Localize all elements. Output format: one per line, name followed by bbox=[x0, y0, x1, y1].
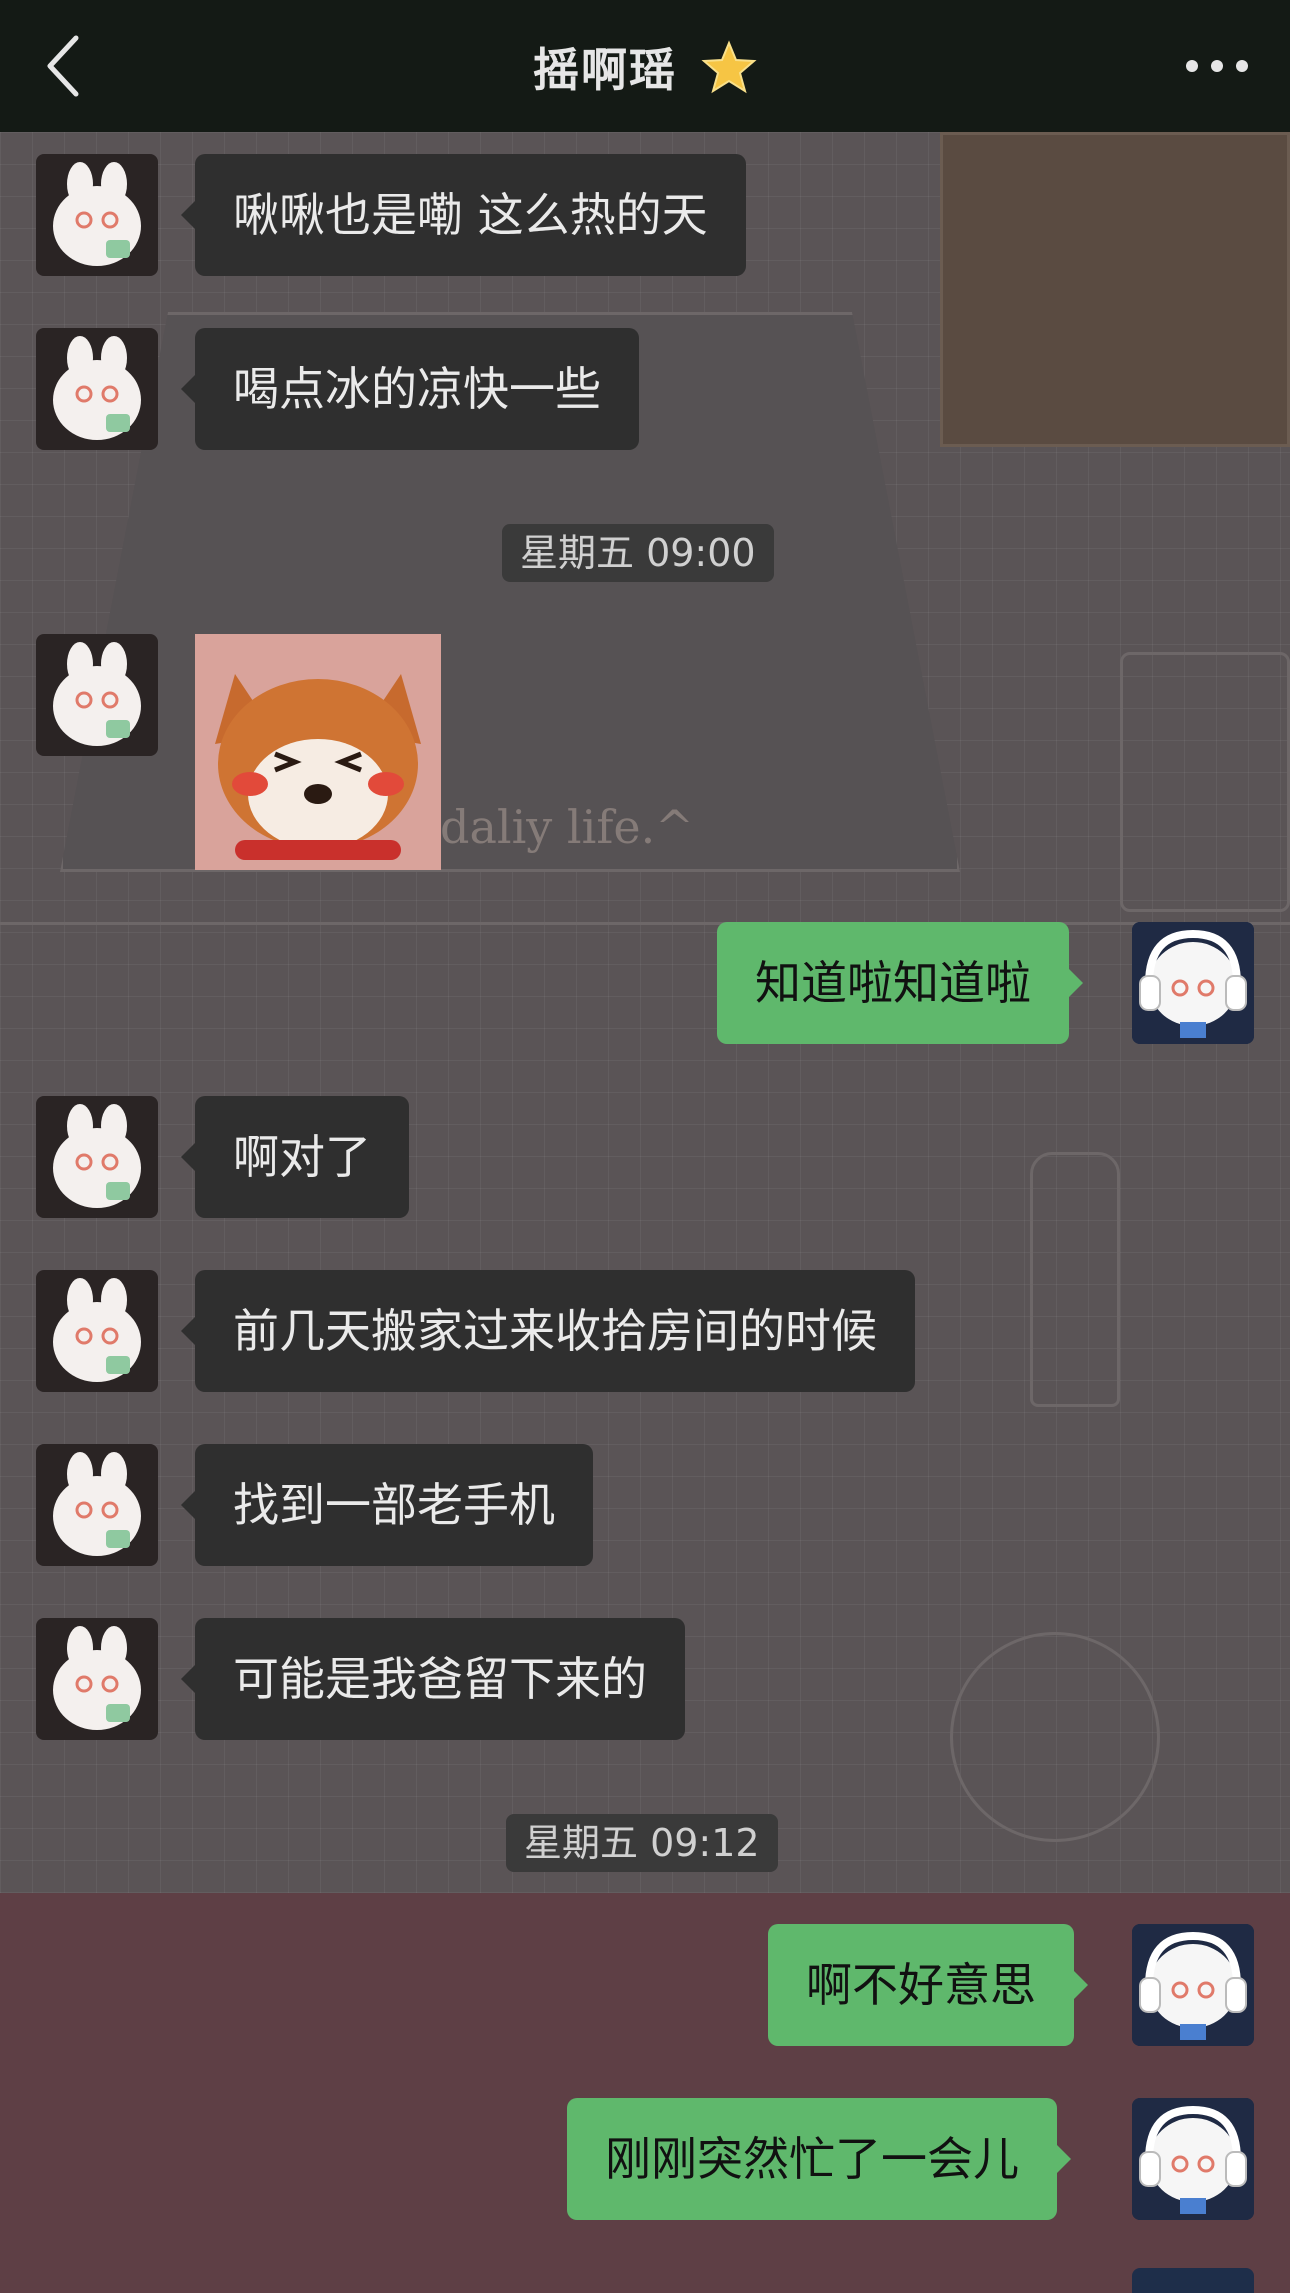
bunny-avatar-icon bbox=[53, 642, 141, 746]
more-icon bbox=[1186, 60, 1248, 72]
my-avatar[interactable] bbox=[1132, 922, 1254, 1044]
wallpaper-bottle bbox=[1030, 1152, 1120, 1407]
message-received[interactable]: 啊对了 bbox=[181, 1096, 409, 1218]
message-received[interactable]: 喝点冰的凉快一些 bbox=[181, 328, 639, 450]
chat-wallpaper: daliy life.^ bbox=[0, 132, 1290, 2293]
chat-header: 摇啊瑶 bbox=[0, 0, 1290, 132]
wallpaper-text: daliy life.^ bbox=[440, 800, 694, 854]
bunny-avatar-icon bbox=[53, 1104, 141, 1208]
wallpaper-picture-frame bbox=[940, 132, 1290, 447]
bunny-avatar-icon bbox=[53, 162, 141, 266]
contact-avatar[interactable] bbox=[36, 1618, 158, 1740]
my-avatar[interactable] bbox=[1132, 2268, 1254, 2293]
timestamp: 星期五 09:00 bbox=[502, 524, 774, 582]
sticker-message[interactable] bbox=[195, 634, 441, 870]
contact-avatar[interactable] bbox=[36, 634, 158, 756]
message-sent[interactable]: 知道啦知道啦 bbox=[717, 922, 1083, 1044]
timestamp: 星期五 09:12 bbox=[506, 1814, 778, 1872]
headphone-character-avatar-icon bbox=[1132, 2098, 1254, 2220]
bunny-avatar-icon bbox=[53, 1278, 141, 1382]
wallpaper-floor bbox=[0, 1893, 1290, 2293]
contact-avatar[interactable] bbox=[36, 154, 158, 276]
message-received[interactable]: 前几天搬家过来收拾房间的时候 bbox=[181, 1270, 915, 1392]
chat-title: 摇啊瑶 bbox=[0, 34, 1290, 107]
message-received[interactable]: 找到一部老手机 bbox=[181, 1444, 593, 1566]
my-avatar[interactable] bbox=[1132, 1924, 1254, 2046]
message-received[interactable]: 可能是我爸留下来的 bbox=[181, 1618, 685, 1740]
bunny-avatar-icon bbox=[53, 1452, 141, 1556]
contact-name: 摇啊瑶 bbox=[532, 43, 677, 97]
bunny-avatar-icon bbox=[53, 336, 141, 440]
bunny-avatar-icon bbox=[53, 1626, 141, 1730]
headphone-character-avatar-icon bbox=[1132, 1924, 1254, 2046]
more-options-button[interactable] bbox=[1182, 50, 1252, 82]
message-sent[interactable]: 啊不好意思 bbox=[768, 1924, 1088, 2046]
star-emoji-icon bbox=[701, 40, 757, 107]
contact-avatar[interactable] bbox=[36, 1096, 158, 1218]
message-received[interactable]: 啾啾也是嘞 这么热的天 bbox=[181, 154, 746, 276]
headphone-character-avatar-icon bbox=[1132, 922, 1254, 1044]
contact-avatar[interactable] bbox=[36, 1444, 158, 1566]
wallpaper-plate bbox=[950, 1632, 1160, 1842]
contact-avatar[interactable] bbox=[36, 1270, 158, 1392]
wallpaper-counter-line bbox=[0, 922, 1290, 925]
contact-avatar[interactable] bbox=[36, 328, 158, 450]
message-sent[interactable]: 刚刚突然忙了一会儿 bbox=[567, 2098, 1071, 2220]
shiba-dog-sticker-icon bbox=[195, 634, 441, 870]
wallpaper-menu-card bbox=[1120, 652, 1290, 912]
my-avatar[interactable] bbox=[1132, 2098, 1254, 2220]
